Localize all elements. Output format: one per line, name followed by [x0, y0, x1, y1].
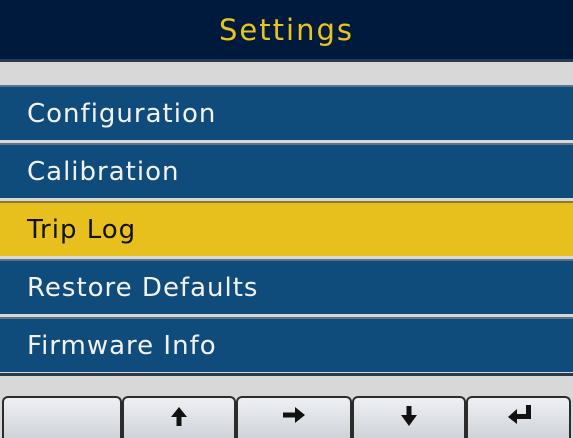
menu-item-label: Trip Log: [27, 214, 137, 245]
menu-top-spacer: [0, 62, 573, 85]
arrow-down-icon: [401, 406, 417, 426]
menu-item-configuration[interactable]: Configuration: [0, 85, 573, 140]
softkey-bar: [0, 376, 573, 438]
title-bar: Settings: [0, 0, 573, 59]
softkey-up-button[interactable]: [122, 396, 236, 438]
softkey-blank-button[interactable]: [2, 396, 122, 438]
menu-item-label: Calibration: [27, 156, 180, 187]
arrow-up-icon: [171, 407, 187, 426]
softkey-down-button[interactable]: [352, 396, 466, 438]
settings-menu: Configuration Calibration Trip Log Resto…: [0, 85, 573, 372]
enter-arrow-icon: [507, 405, 531, 424]
menu-item-trip-log[interactable]: Trip Log: [0, 201, 573, 256]
menu-item-restore-defaults[interactable]: Restore Defaults: [0, 259, 573, 314]
menu-item-calibration[interactable]: Calibration: [0, 143, 573, 198]
page-title: Settings: [219, 13, 354, 47]
softkey-right-button[interactable]: [236, 396, 352, 438]
menu-item-firmware-info[interactable]: Firmware Info: [0, 317, 573, 372]
menu-item-label: Firmware Info: [27, 330, 217, 361]
arrow-right-icon: [283, 407, 305, 423]
menu-item-label: Restore Defaults: [27, 272, 259, 303]
menu-item-label: Configuration: [27, 98, 217, 129]
softkey-enter-button[interactable]: [466, 396, 571, 438]
